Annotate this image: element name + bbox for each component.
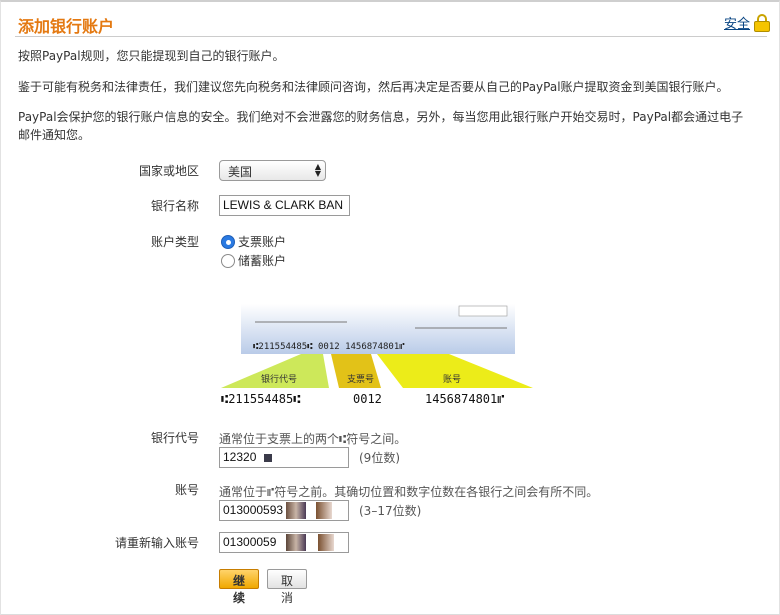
account-length-hint: (3–17位数): [359, 504, 422, 518]
page-title: 添加银行账户: [18, 17, 115, 36]
account-number-sample: 1456874801⑈: [425, 392, 504, 406]
country-label: 国家或地区: [138, 164, 199, 178]
check-box: [458, 305, 508, 317]
routing-length-hint: (9位数): [359, 451, 400, 465]
radio-savings-label: 储蓄账户: [238, 254, 287, 268]
radio-checking-label: 支票账户: [238, 235, 287, 249]
tag-routing: 银行代号: [261, 373, 297, 385]
header-divider: [15, 36, 767, 37]
redaction-block: [316, 502, 332, 519]
radio-savings-dot[interactable]: [221, 253, 235, 268]
country-select-value: 美国: [228, 165, 253, 179]
security-link[interactable]: 安全: [724, 13, 750, 32]
security-link-group[interactable]: 安全: [724, 13, 771, 32]
redaction-block: [286, 502, 306, 519]
page: 添加银行账户 安全 按照PayPal规则，您只能提现到自己的银行账户。 鉴于可能…: [0, 0, 780, 615]
redaction-block: [286, 534, 306, 551]
tag-check-number: 支票号: [347, 373, 374, 385]
intro-paragraph-3: PayPal会保护您的银行账户信息的安全。我们绝对不会泄露您的财务信息，另外，每…: [18, 110, 744, 142]
cancel-button[interactable]: 取消: [267, 569, 307, 605]
account-confirm-value: 01300059: [223, 535, 277, 549]
routing-hint: 通常位于支票上的两个⑆符号之间。: [219, 432, 407, 446]
bank-name-value: LEWIS & CLARK BAN: [223, 198, 344, 212]
redaction-block: [264, 454, 272, 462]
bank-name-input[interactable]: LEWIS & CLARK BAN: [219, 195, 350, 216]
check-number-sample: 0012: [353, 392, 382, 406]
routing-number-sample: ⑆211554485⑆: [221, 392, 300, 406]
updown-arrows-icon: ▲ ▼: [314, 162, 321, 178]
redaction-block: [318, 534, 334, 551]
intro-paragraph-1: 按照PayPal规则，您只能提现到自己的银行账户。: [18, 49, 285, 63]
routing-value: 12320: [223, 450, 257, 464]
account-type-label: 账户类型: [150, 235, 199, 249]
routing-input[interactable]: 12320: [219, 447, 349, 468]
tag-account: 账号: [443, 374, 461, 385]
check-micr-line: ⑆211554485⑆ 0012 1456874801⑈: [253, 342, 405, 352]
account-hint: 通常位于⑈符号之前。其确切位置和数字位数在各银行之间会有所不同。: [219, 485, 599, 499]
continue-button[interactable]: 继续: [219, 569, 259, 605]
bank-name-label: 银行名称: [150, 199, 199, 213]
account-input[interactable]: 013000593: [219, 500, 349, 521]
radio-checking[interactable]: 支票账户: [221, 233, 286, 250]
radio-savings[interactable]: 储蓄账户: [221, 252, 286, 269]
check-diagram: ⑆211554485⑆ 0012 1456874801⑈ 银行代号 支票号 账号…: [221, 304, 533, 406]
account-label: 账号: [174, 483, 199, 497]
lock-icon: [754, 13, 771, 32]
account-value: 013000593: [223, 503, 284, 517]
radio-checking-dot[interactable]: [221, 234, 235, 249]
routing-label: 银行代号: [150, 431, 199, 445]
country-select[interactable]: 美国 ▲ ▼: [219, 160, 326, 181]
account-confirm-label: 请重新输入账号: [114, 536, 199, 550]
intro-paragraph-2: 鉴于可能有税务和法律责任，我们建议您先向税务和法律顾问咨询，然后再决定是否要从自…: [18, 80, 729, 94]
account-confirm-input[interactable]: 01300059: [219, 532, 349, 553]
